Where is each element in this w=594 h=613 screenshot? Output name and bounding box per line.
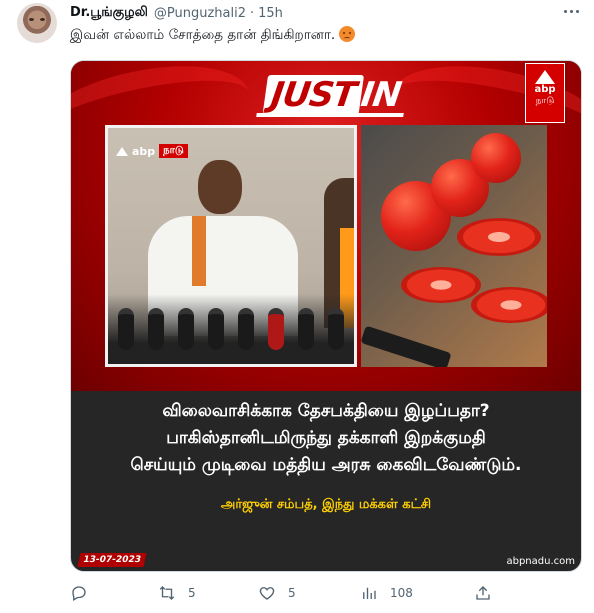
- timestamp[interactable]: 15h: [258, 6, 283, 21]
- caption-line-3: செய்யும் முடிவை மத்திய அரசு கைவிடவேண்டும…: [130, 455, 522, 475]
- abp-logo-nadu-text: நாடு: [535, 96, 555, 106]
- press-meet-photo: abp நாடு: [105, 125, 357, 367]
- just-in-word-in: IN: [358, 75, 404, 115]
- abp-watermark-triangle-icon: [116, 146, 128, 156]
- views-count: 108: [390, 586, 413, 600]
- display-name[interactable]: Dr.பூங்குழலி: [70, 5, 148, 21]
- abp-watermark-nadu: நாடு: [159, 144, 188, 158]
- caption-line-1: விலைவாசிக்காக தேசபக்தியை இழப்பதா?: [162, 401, 490, 421]
- just-in-word-just: JUST: [262, 75, 365, 115]
- tweet: Dr.பூங்குழலி @Punguzhali2 · 15h இவன் எல்…: [0, 0, 594, 613]
- abp-nadu-logo: abp நாடு: [525, 63, 565, 123]
- caption-line-2: பாகிஸ்தானிடமிருந்து தக்காளி இறக்குமதி: [166, 428, 486, 448]
- separator-dot: ·: [249, 5, 255, 21]
- share-icon: [476, 586, 490, 600]
- tweet-actions: 5 5 108: [62, 582, 492, 604]
- tomato-slice: [457, 218, 541, 256]
- angry-face-emoji-icon: [339, 26, 356, 42]
- tomato-slice: [471, 287, 547, 323]
- more-icon[interactable]: [562, 5, 580, 17]
- tomato-slice: [401, 267, 481, 303]
- tweet-image[interactable]: JUSTIN abp நாடு abp நாடு விலைவாசிக்காக த…: [70, 60, 582, 572]
- avatar[interactable]: [17, 3, 57, 43]
- reply-icon: [72, 586, 86, 601]
- reply-button[interactable]: [70, 582, 100, 604]
- retweet-icon: [159, 586, 175, 600]
- tomatoes-photo: [361, 125, 547, 367]
- avatar-eye: [40, 18, 45, 21]
- like-button[interactable]: 5: [258, 582, 296, 604]
- tweet-text: இவன் எல்லாம் சோத்தை தான் திங்கிறானா.: [70, 26, 356, 45]
- tomato: [471, 133, 521, 183]
- caption-attribution: அர்ஜுன் சம்பத், இந்து மக்கள் கட்சி: [220, 497, 432, 512]
- abp-logo-triangle-icon: [535, 70, 555, 84]
- like-icon: [259, 587, 275, 600]
- views-icon: [363, 587, 376, 599]
- avatar-eye: [29, 18, 34, 21]
- just-in-banner: JUSTIN: [256, 75, 409, 117]
- user-handle[interactable]: @Punguzhali2: [154, 6, 246, 21]
- site-url: abpnadu.com: [506, 556, 575, 567]
- retweet-button[interactable]: 5: [158, 582, 196, 604]
- views-button[interactable]: 108: [360, 582, 413, 604]
- abp-nadu-watermark: abp நாடு: [116, 144, 188, 158]
- tweet-text-content: இவன் எல்லாம் சோத்தை தான் திங்கிறானா.: [70, 27, 336, 43]
- knife: [361, 325, 452, 367]
- date-tag: 13-07-2023: [77, 553, 147, 567]
- microphones: [108, 294, 354, 364]
- abp-watermark-text: abp: [132, 144, 156, 158]
- abp-logo-text: abp: [534, 84, 556, 95]
- retweet-count: 5: [188, 586, 196, 600]
- tweet-header: Dr.பூங்குழலி @Punguzhali2 · 15h: [70, 4, 283, 22]
- like-count: 5: [288, 586, 296, 600]
- share-button[interactable]: [474, 582, 492, 604]
